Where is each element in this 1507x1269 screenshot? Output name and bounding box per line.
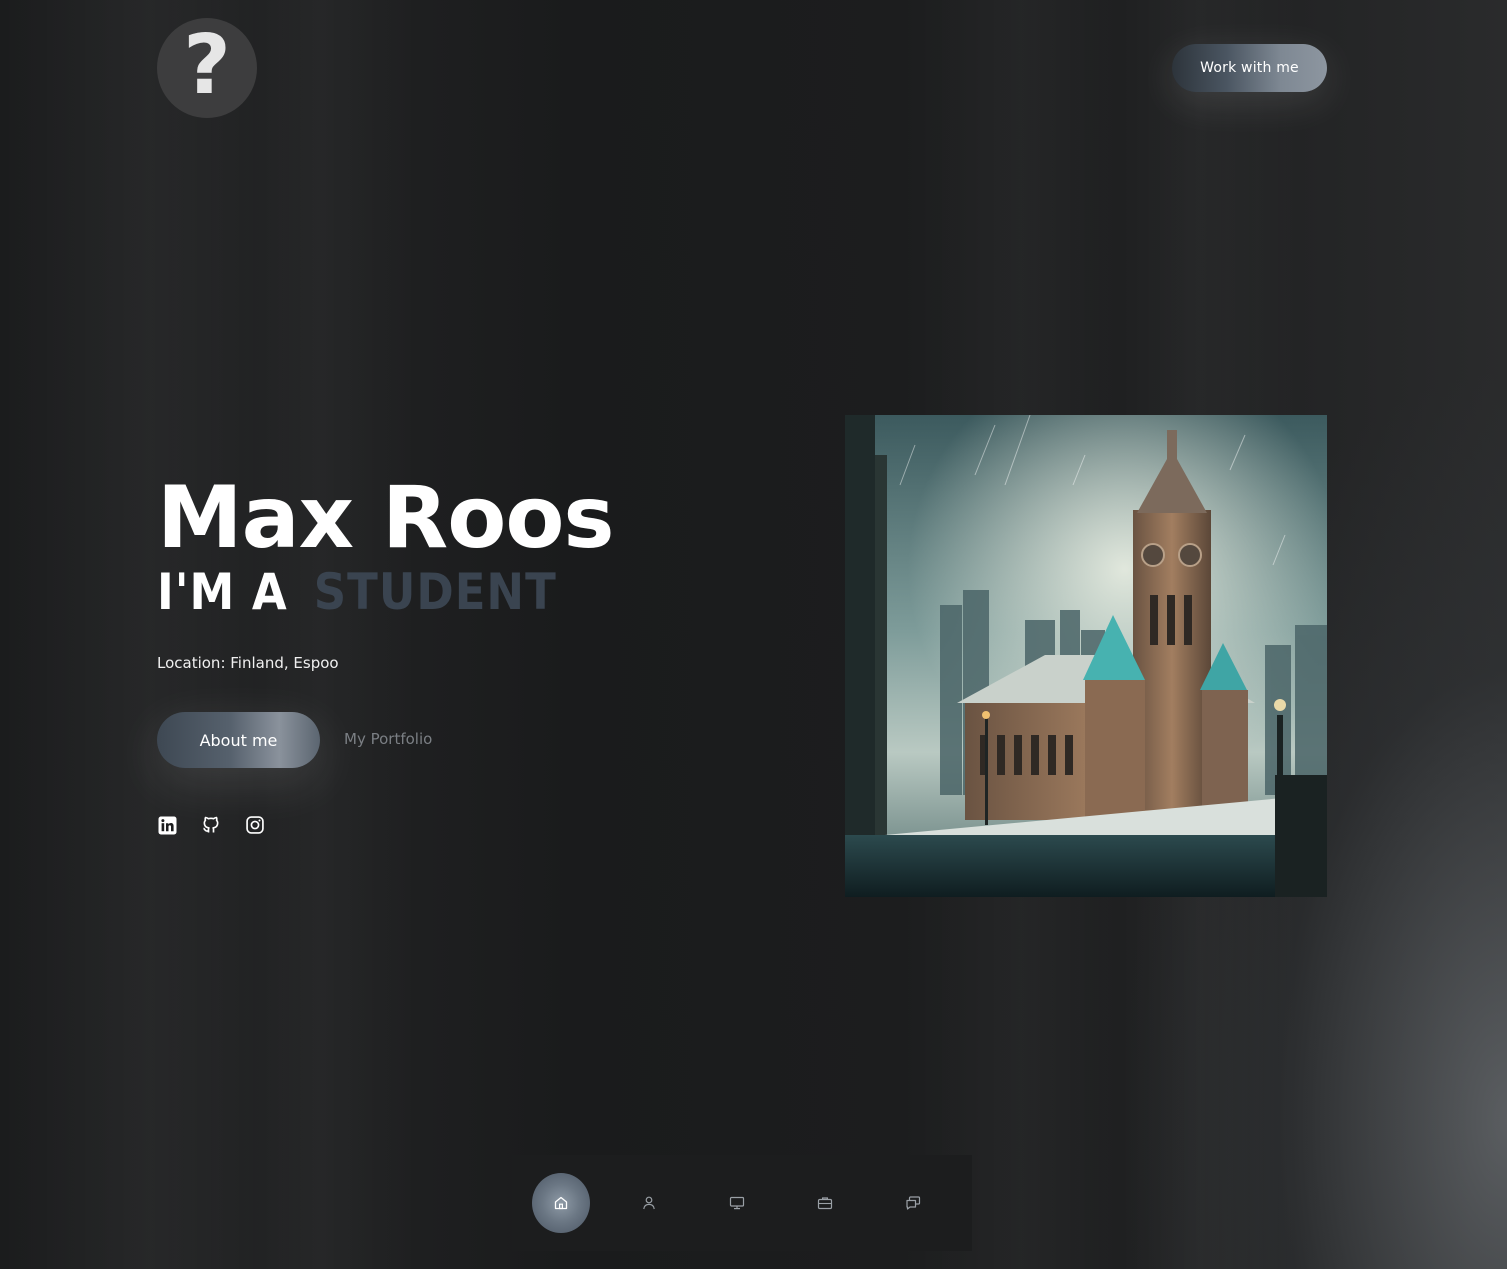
briefcase-icon [817, 1197, 833, 1210]
hero-name: Max Roos [157, 468, 615, 568]
monitor-icon [729, 1196, 745, 1210]
dock-item-portfolio[interactable] [796, 1173, 854, 1233]
hero-image [845, 415, 1327, 897]
hero-role-prefix: I'M A [157, 563, 288, 621]
user-icon [643, 1196, 655, 1210]
dock-item-about[interactable] [620, 1173, 678, 1233]
hero-role-word: STUDENT [313, 563, 557, 621]
github-icon[interactable] [201, 815, 221, 835]
hero-role: I'M A STUDENT [157, 562, 557, 622]
chat-icon [906, 1196, 921, 1210]
linkedin-icon[interactable] [157, 815, 177, 835]
instagram-icon[interactable] [245, 815, 265, 835]
site-logo[interactable]: ? [157, 18, 257, 118]
location-text: Location: Finland, Espoo [157, 654, 339, 672]
about-me-button[interactable]: About me [157, 712, 320, 768]
bottom-dock-nav [512, 1155, 972, 1251]
question-mark-icon: ? [183, 18, 231, 113]
social-links [157, 815, 265, 835]
dock-item-home[interactable] [532, 1173, 590, 1233]
my-portfolio-link[interactable]: My Portfolio [344, 730, 432, 748]
dock-item-contact[interactable] [884, 1173, 942, 1233]
dock-item-experience[interactable] [708, 1173, 766, 1233]
home-icon [554, 1196, 568, 1210]
work-with-me-button[interactable]: Work with me [1172, 44, 1327, 92]
